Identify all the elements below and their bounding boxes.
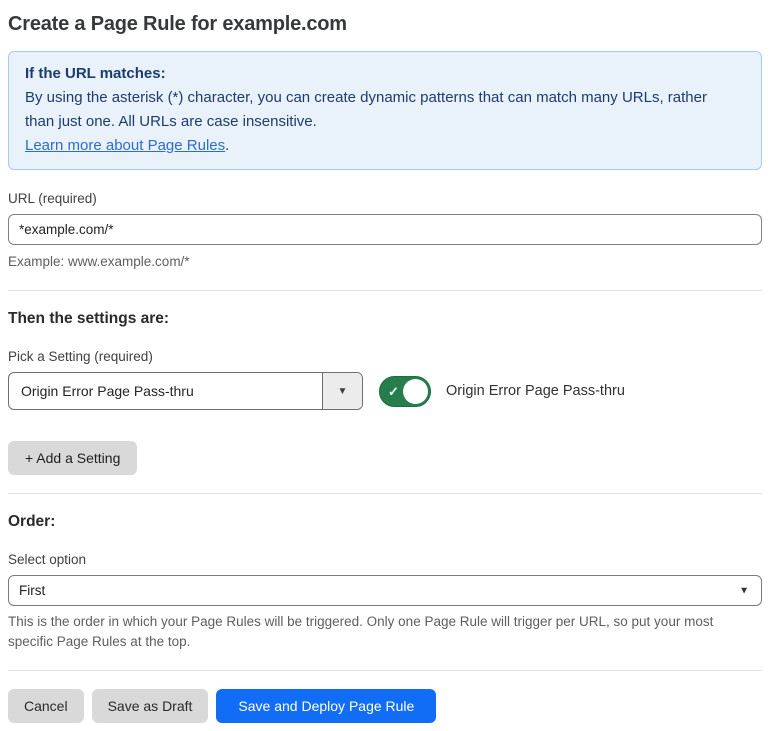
order-section-heading: Order:	[8, 513, 56, 530]
cancel-button[interactable]: Cancel	[8, 689, 84, 723]
chevron-down-icon: ▼	[739, 585, 749, 596]
order-select[interactable]: First ▼	[8, 575, 762, 606]
chevron-down-icon: ▼	[337, 385, 348, 397]
save-as-draft-button[interactable]: Save as Draft	[91, 689, 209, 723]
info-box-body: By using the asterisk (*) character, you…	[25, 89, 707, 130]
url-input[interactable]	[8, 214, 762, 245]
toggle-knob	[403, 378, 428, 404]
info-box-heading: If the URL matches:	[25, 65, 166, 82]
url-field-label: URL (required)	[8, 191, 97, 206]
order-helper-text: This is the order in which your Page Rul…	[8, 614, 714, 649]
select-option-label: Select option	[8, 552, 87, 567]
divider	[8, 670, 762, 671]
save-and-deploy-button[interactable]: Save and Deploy Page Rule	[216, 689, 437, 723]
order-select-value: First	[19, 583, 46, 598]
learn-more-link[interactable]: Learn more about Page Rules	[25, 137, 225, 154]
link-suffix: .	[225, 137, 230, 154]
check-icon: ✓	[388, 383, 399, 399]
footer-button-row: Cancel Save as Draft Save and Deploy Pag…	[8, 689, 762, 723]
setting-picker-dropdown[interactable]: Origin Error Page Pass-thru ▼	[8, 372, 363, 410]
info-box-link-line: Learn more about Page Rules.	[25, 134, 745, 158]
setting-row: Origin Error Page Pass-thru ▼ ✓ Origin E…	[8, 372, 762, 410]
setting-picker-value: Origin Error Page Pass-thru	[21, 383, 194, 399]
url-match-info-box: If the URL matches: By using the asteris…	[8, 51, 762, 170]
create-page-rule-form: Create a Page Rule for example.com If th…	[0, 0, 770, 731]
divider	[8, 290, 762, 291]
setting-picker-caret-button[interactable]: ▼	[322, 373, 362, 409]
pick-setting-label: Pick a Setting (required)	[8, 349, 153, 364]
toggle-label: Origin Error Page Pass-thru	[446, 383, 625, 399]
settings-section-heading: Then the settings are:	[8, 310, 170, 327]
url-example-helper: Example: www.example.com/*	[8, 254, 190, 269]
add-setting-button[interactable]: + Add a Setting	[8, 441, 138, 475]
divider	[8, 493, 762, 494]
origin-error-toggle[interactable]: ✓	[379, 375, 431, 407]
page-title: Create a Page Rule for example.com	[8, 13, 347, 35]
